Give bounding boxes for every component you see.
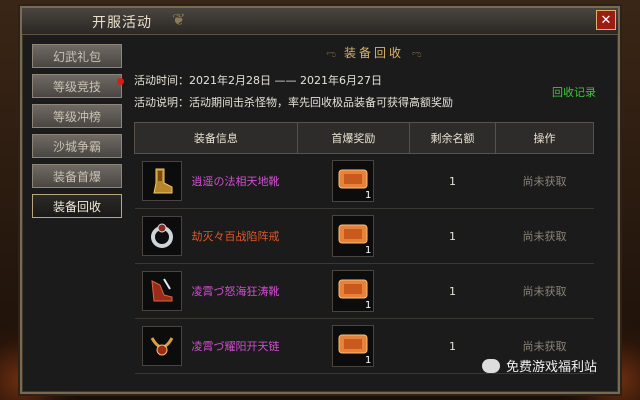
- reward-scroll-icon[interactable]: 1: [332, 270, 375, 312]
- tab-level-ranking[interactable]: 等级冲榜: [32, 104, 122, 128]
- table-row: 凌霄づ怒海狂涛靴 1 1 尚未获取: [134, 263, 594, 319]
- tab-equipment-recycle[interactable]: 装备回收: [32, 194, 122, 218]
- necklace-icon[interactable]: [141, 326, 182, 366]
- title-ornament-icon: ❦: [172, 10, 186, 29]
- section-title-text: 装备回收: [343, 46, 404, 60]
- ring-icon[interactable]: [141, 216, 182, 256]
- reward-scroll-icon[interactable]: 1: [332, 325, 375, 367]
- tab-label: 等级竞技: [52, 80, 101, 94]
- boots-icon[interactable]: [141, 161, 182, 201]
- event-time-value: 2021年2月28日 —— 2021年6月27日: [189, 74, 382, 87]
- event-window: 开服活动 ❦ ✕ 幻武礼包 等级竞技 等级冲榜 沙城争霸 装备首爆 装备回收 ಌ…: [20, 6, 620, 394]
- ornament-left-icon: ಌ: [326, 49, 336, 60]
- status-text: 尚未获取: [495, 208, 594, 264]
- ornament-right-icon: ಌ: [412, 49, 422, 60]
- tab-castle-war[interactable]: 沙城争霸: [32, 134, 122, 158]
- recycle-record-link[interactable]: 回收记录: [552, 84, 596, 100]
- header-equipment-info: 装备信息: [134, 122, 298, 154]
- watermark: 免费游戏福利站: [482, 356, 597, 375]
- status-text: 尚未获取: [495, 153, 594, 209]
- close-button[interactable]: ✕: [596, 10, 616, 30]
- boots-icon[interactable]: [141, 271, 182, 311]
- window-title: 开服活动: [92, 15, 152, 31]
- sidebar: 幻武礼包 等级竞技 等级冲榜 沙城争霸 装备首爆 装备回收: [32, 44, 126, 224]
- status-text: 尚未获取: [495, 263, 594, 319]
- reward-count: 1: [364, 190, 372, 201]
- remaining-count: 1: [409, 153, 496, 209]
- event-description: 活动说明：活动期间击杀怪物，率先回收极品装备可获得高额奖励: [134, 94, 453, 110]
- reward-scroll-icon[interactable]: 1: [332, 215, 375, 257]
- event-time: 活动时间：2021年2月28日 —— 2021年6月27日: [134, 72, 382, 88]
- item-name: 劫灭々百战陷阵戒: [191, 230, 280, 243]
- item-name: 逍遥の法相天地靴: [191, 175, 280, 188]
- header-first-reward: 首爆奖励: [296, 122, 410, 154]
- tab-level-competition[interactable]: 等级竞技: [32, 74, 124, 98]
- reward-count: 1: [364, 300, 372, 311]
- window-titlebar: 开服活动 ❦ ✕: [22, 8, 618, 35]
- remaining-count: 1: [409, 208, 496, 264]
- item-name: 凌霄づ怒海狂涛靴: [191, 285, 280, 298]
- item-name: 凌霄づ耀阳开天链: [191, 340, 280, 353]
- tab-first-drop[interactable]: 装备首爆: [32, 164, 122, 188]
- table-row: 劫灭々百战陷阵戒 1 1 尚未获取: [134, 208, 594, 264]
- recycle-table: 装备信息 首爆奖励 剩余名额 操作 逍遥の法相天地靴 1 1 尚未获取 劫灭々百…: [134, 122, 594, 374]
- reward-count: 1: [364, 245, 372, 256]
- event-desc-label: 活动说明：: [134, 96, 189, 109]
- table-header-row: 装备信息 首爆奖励 剩余名额 操作: [134, 122, 594, 154]
- event-time-label: 活动时间：: [134, 74, 189, 87]
- reward-scroll-icon[interactable]: 1: [332, 160, 375, 202]
- section-title: ಌ 装备回收 ಌ: [132, 44, 616, 61]
- notification-dot: [117, 78, 124, 85]
- wechat-icon: [482, 358, 500, 373]
- header-action: 操作: [495, 122, 594, 154]
- event-desc-value: 活动期间击杀怪物，率先回收极品装备可获得高额奖励: [189, 96, 453, 109]
- watermark-text: 免费游戏福利站: [506, 360, 598, 375]
- tab-huanwu-gift[interactable]: 幻武礼包: [32, 44, 122, 68]
- reward-count: 1: [364, 355, 372, 366]
- header-remaining: 剩余名额: [408, 122, 497, 154]
- table-row: 逍遥の法相天地靴 1 1 尚未获取: [134, 153, 594, 209]
- remaining-count: 1: [409, 263, 496, 319]
- main-panel: ಌ 装备回收 ಌ 活动时间：2021年2月28日 —— 2021年6月27日 活动说…: [132, 38, 616, 390]
